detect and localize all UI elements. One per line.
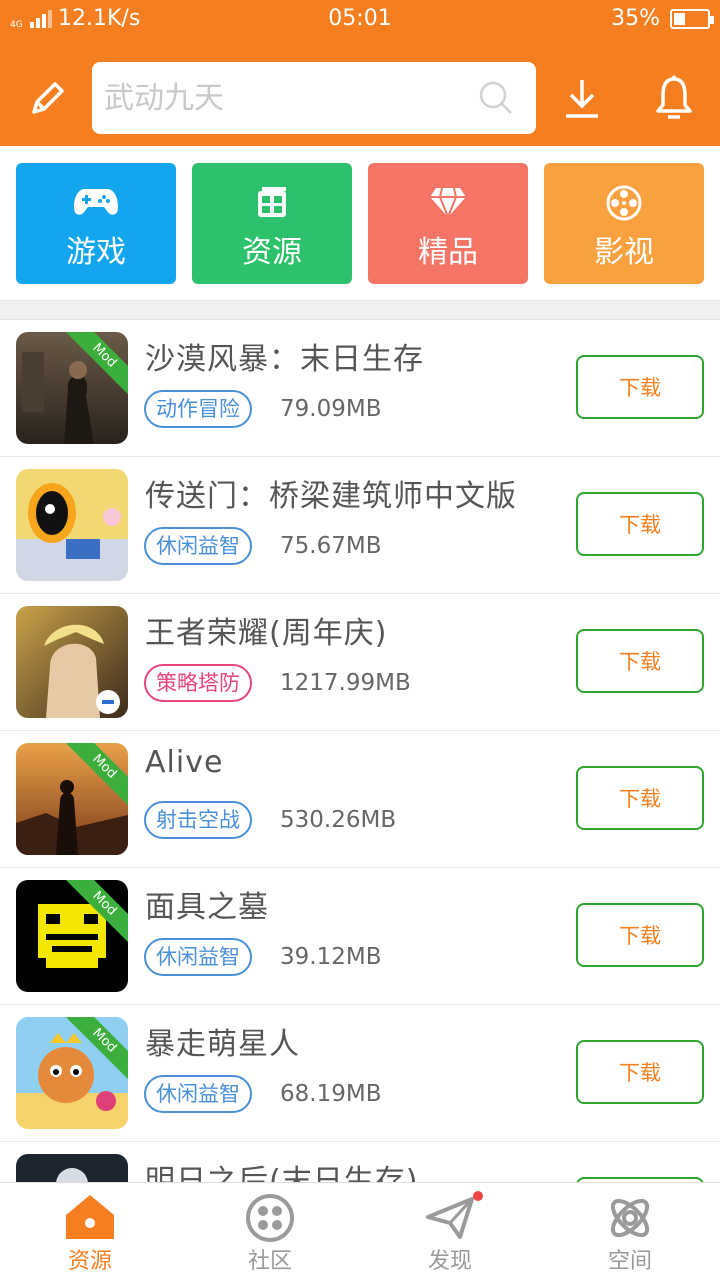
list-item[interactable]: Mod 暴走萌星人 休闲益智 68.19MB 下载 <box>0 1005 720 1142</box>
status-bar: 4G 12.1K/s 05:01 35% <box>0 0 720 40</box>
category-label: 影视 <box>594 235 654 270</box>
battery-status: 35% <box>611 6 714 31</box>
app-thumbnail: Mod <box>16 1017 128 1129</box>
category-bar: 游戏 资源 精品 影视 <box>0 146 720 300</box>
download-button[interactable]: 下载 <box>576 492 704 556</box>
paper-plane-icon <box>360 1193 540 1243</box>
tab-community[interactable]: 社区 <box>180 1183 360 1280</box>
film-reel-icon <box>544 185 704 221</box>
download-button[interactable]: 下载 <box>576 629 704 693</box>
section-divider <box>0 300 720 320</box>
bottom-nav: 资源 社区 发现 空间 <box>0 1182 720 1280</box>
app-category-tag[interactable]: 策略塔防 <box>144 664 252 702</box>
list-item[interactable]: Mod Alive 射击空战 530.26MB 下载 <box>0 731 720 868</box>
list-item[interactable]: 传送门：桥梁建筑师中文版 休闲益智 75.67MB 下载 <box>0 457 720 594</box>
app-size: 75.67MB <box>280 533 382 559</box>
app-category-tag[interactable]: 动作冒险 <box>144 390 252 428</box>
tab-resources[interactable]: 资源 <box>0 1183 180 1280</box>
download-button[interactable]: 下载 <box>576 1040 704 1104</box>
tab-label: 资源 <box>67 1249 112 1274</box>
space-icon <box>540 1193 720 1243</box>
category-videos[interactable]: 影视 <box>544 163 704 284</box>
top-bar: 4G 12.1K/s 05:01 35% <box>0 0 720 146</box>
notification-badge <box>473 1191 483 1201</box>
search-input[interactable] <box>104 72 464 124</box>
list-item[interactable]: Mod 沙漠风暴：末日生存 动作冒险 79.09MB 下载 <box>0 320 720 457</box>
gamepad-icon <box>16 185 176 221</box>
download-icon[interactable] <box>554 70 610 126</box>
app-screen: 4G 12.1K/s 05:01 35% 武动九天 游戏 资源 精品 影视 Mo… <box>0 0 720 1280</box>
app-title: 沙漠风暴：末日生存 <box>145 342 424 377</box>
app-thumbnail: Mod <box>16 332 128 444</box>
search-box[interactable] <box>92 62 536 134</box>
app-thumbnail <box>16 1154 128 1182</box>
app-thumbnail: Mod <box>16 880 128 992</box>
category-featured[interactable]: 精品 <box>368 163 528 284</box>
app-category-tag[interactable]: 休闲益智 <box>144 527 252 565</box>
grid-icon <box>192 185 352 221</box>
app-title: 面具之墓 <box>145 890 269 925</box>
diamond-icon <box>368 185 528 221</box>
category-label: 精品 <box>418 235 478 270</box>
app-title: 暴走萌星人 <box>145 1027 300 1062</box>
tab-space[interactable]: 空间 <box>540 1183 720 1280</box>
app-title: 传送门：桥梁建筑师中文版 <box>145 479 517 514</box>
download-button[interactable]: 下载 <box>576 766 704 830</box>
app-size: 530.26MB <box>280 807 397 833</box>
app-thumbnail: Mod <box>16 743 128 855</box>
battery-percent: 35% <box>611 6 660 31</box>
bell-icon[interactable] <box>646 70 702 126</box>
app-title: Alive <box>145 745 224 780</box>
tab-label: 空间 <box>607 1249 652 1274</box>
app-thumbnail <box>16 606 128 718</box>
pencil-icon[interactable] <box>20 70 76 126</box>
app-title: 明日之后(末日生存) <box>145 1164 419 1182</box>
app-category-tag[interactable]: 休闲益智 <box>144 938 252 976</box>
app-size: 68.19MB <box>280 1081 382 1107</box>
download-button[interactable]: 下载 <box>576 355 704 419</box>
app-size: 79.09MB <box>280 396 382 422</box>
category-label: 游戏 <box>66 235 126 270</box>
list-item[interactable]: 王者荣耀(周年庆) 策略塔防 1217.99MB 下载 <box>0 594 720 731</box>
app-category-tag[interactable]: 休闲益智 <box>144 1075 252 1113</box>
app-list: Mod 沙漠风暴：末日生存 动作冒险 79.09MB 下载 传送门：桥梁建筑师中… <box>0 320 720 1182</box>
battery-icon <box>670 8 714 29</box>
category-label: 资源 <box>242 235 302 270</box>
tab-label: 发现 <box>427 1249 472 1274</box>
list-item[interactable]: Mod 面具之墓 休闲益智 39.12MB 下载 <box>0 868 720 1005</box>
tab-discover[interactable]: 发现 <box>360 1183 540 1280</box>
home-icon <box>0 1193 180 1243</box>
search-icon[interactable] <box>476 78 516 122</box>
category-games[interactable]: 游戏 <box>16 163 176 284</box>
category-resources[interactable]: 资源 <box>192 163 352 284</box>
app-size: 39.12MB <box>280 944 382 970</box>
app-title: 王者荣耀(周年庆) <box>145 616 388 651</box>
app-thumbnail <box>16 469 128 581</box>
app-category-tag[interactable]: 射击空战 <box>144 801 252 839</box>
download-button[interactable]: 下载 <box>576 903 704 967</box>
tab-label: 社区 <box>247 1249 292 1274</box>
app-size: 1217.99MB <box>280 670 411 696</box>
community-icon <box>180 1193 360 1243</box>
list-item[interactable]: 明日之后(末日生存) 下载 <box>0 1142 720 1182</box>
